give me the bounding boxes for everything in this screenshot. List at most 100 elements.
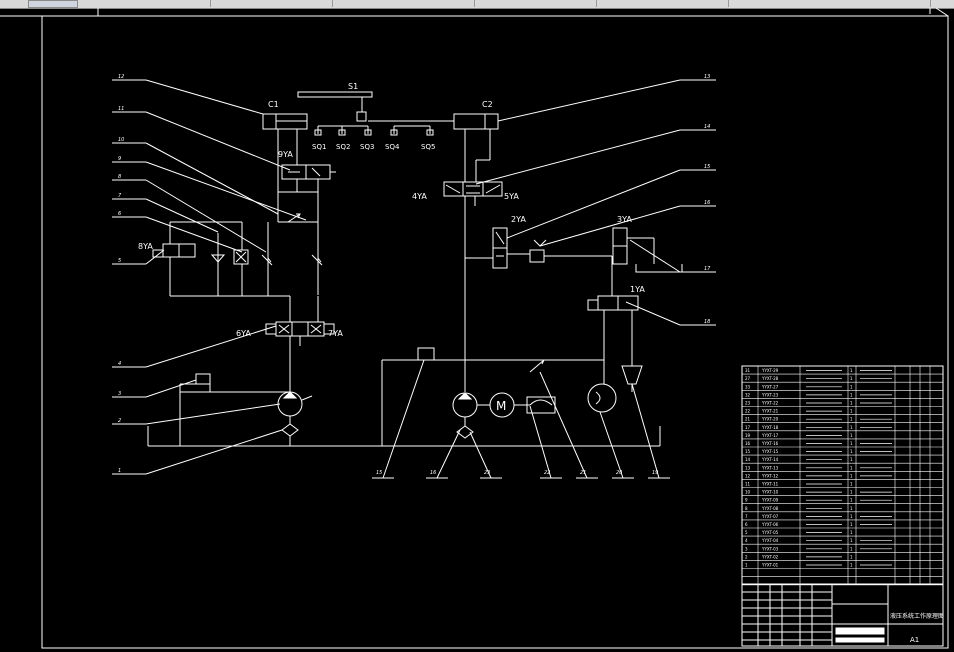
parts-row-qty: 1 (850, 457, 853, 462)
title-block: 液压系统工作原理图 A1 (741, 583, 944, 647)
parts-row-code: YYXT-04 (761, 538, 779, 543)
label-sq5: SQ5 (421, 143, 435, 151)
callout-number: 10 (118, 137, 124, 143)
parts-row-number: 6 (745, 522, 748, 527)
callout-number: 22 (544, 470, 550, 476)
parts-row-number: 32 (745, 392, 751, 397)
parts-row-qty: 1 (850, 465, 853, 470)
label-c2: C2 (482, 100, 493, 109)
parts-row-code: YYXT-03 (761, 546, 779, 551)
parts-row-qty: 1 (850, 563, 853, 568)
parts-list-table: 31 YYXT-29 127 YYXT-28 133 YYXT-27 132 YYXT-23 1… (741, 365, 944, 586)
parts-row-number: 7 (745, 514, 748, 519)
parts-row-code: YYXT-13 (761, 465, 779, 470)
callout-number: 13 (704, 74, 710, 80)
parts-row-number: 12 (745, 473, 751, 478)
parts-row-qty: 1 (850, 546, 853, 551)
callout-number: 12 (118, 74, 124, 80)
parts-row-qty: 1 (850, 441, 853, 446)
callout-number: 21 (580, 470, 586, 476)
callout-number: 4 (118, 361, 121, 367)
parts-row-qty: 1 (850, 384, 853, 389)
parts-row-number: 8 (745, 506, 748, 511)
callout-number: 3 (118, 391, 121, 397)
oil-filter (621, 365, 643, 385)
label-7ya: 7YA (328, 329, 343, 338)
label-8ya: 8YA (138, 242, 153, 251)
callout-number: 20 (616, 470, 622, 476)
parts-row-code: YYXT-07 (761, 514, 779, 519)
parts-row-number: 33 (745, 384, 751, 389)
parts-row-qty: 1 (850, 498, 853, 503)
parts-row-code: YYXT-11 (761, 482, 779, 487)
label-c1: C1 (268, 100, 279, 109)
parts-row-qty: 1 (850, 538, 853, 543)
parts-row-code: YYXT-01 (761, 563, 779, 568)
callout-number: 5 (118, 258, 121, 264)
parts-row-number: 21 (745, 417, 751, 422)
parts-row-qty: 1 (850, 449, 853, 454)
parts-row-code: YYXT-05 (761, 530, 779, 535)
callout-number: 7 (118, 193, 122, 199)
callout-number: 23 (484, 470, 490, 476)
callout-number: 19 (652, 470, 658, 476)
parts-row-qty: 1 (850, 482, 853, 487)
parts-row-number: 5 (745, 530, 748, 535)
parts-row-qty: 1 (850, 368, 853, 373)
label-4ya: 4YA (412, 192, 427, 201)
label-2ya: 2YA (511, 215, 526, 224)
callout-number: 14 (704, 124, 710, 130)
parts-row-code: YYXT-08 (761, 506, 779, 511)
parts-row-qty: 1 (850, 392, 853, 397)
parts-row-qty: 1 (850, 433, 853, 438)
parts-row-code: YYXT-22 (761, 401, 779, 406)
callout-number: 2 (118, 418, 121, 424)
parts-row-number: 27 (745, 376, 751, 381)
parts-row-qty: 1 (850, 554, 853, 559)
parts-row-code: YYXT-09 (761, 498, 779, 503)
callout-number: 15 (376, 470, 382, 476)
sheet-size: A1 (910, 636, 919, 644)
parts-row-code: YYXT-06 (761, 522, 779, 527)
label-s1: S1 (348, 82, 358, 91)
parts-row-qty: 1 (850, 417, 853, 422)
callout-number: 16 (430, 470, 436, 476)
parts-row-number: 4 (745, 538, 748, 543)
callout-number: 11 (118, 106, 124, 112)
parts-row-code: YYXT-18 (761, 425, 779, 430)
parts-row-code: YYXT-16 (761, 441, 779, 446)
parts-row-number: 19 (745, 433, 751, 438)
callout-number: 1 (118, 468, 121, 474)
parts-row-number: 9 (745, 498, 748, 503)
parts-row-code: YYXT-02 (761, 554, 779, 559)
parts-row-number: 22 (745, 409, 751, 414)
label-3ya: 3YA (617, 215, 632, 224)
callout-number: 17 (704, 266, 711, 272)
stop-bar-s1 (297, 91, 373, 98)
parts-row-qty: 1 (850, 473, 853, 478)
parts-row-number: 14 (745, 457, 751, 462)
cylinder-c2 (453, 113, 499, 130)
callout-number: 15 (704, 164, 710, 170)
parts-row-number: 16 (745, 441, 751, 446)
callout-number: 6 (118, 211, 121, 217)
parts-row-number: 15 (745, 449, 751, 454)
parts-row-number: 13 (745, 465, 751, 470)
label-5ya: 5YA (504, 192, 519, 201)
label-9ya: 9YA (278, 150, 293, 159)
callout-leaders: 12111098765432113141516171815 16 23 22 21 20 1… (112, 74, 716, 479)
oil-tank-gauge (587, 383, 617, 413)
left-circuit: C1 S1 SQ1 SQ2 SQ3 9YA 8YA 6YA 7YA (138, 82, 661, 447)
parts-row-qty: 1 (850, 506, 853, 511)
label-sq3: SQ3 (360, 143, 374, 151)
parts-row-qty: 1 (850, 376, 853, 381)
parts-row-number: 23 (745, 401, 751, 406)
label-sq2: SQ2 (336, 143, 350, 151)
hydraulic-schematic-drawing: C1 S1 SQ1 SQ2 SQ3 9YA 8YA 6YA 7YA C2 SQ4… (0, 7, 949, 649)
parts-row-number: 10 (745, 490, 751, 495)
parts-row-number: 31 (745, 368, 751, 373)
parts-row-code: YYXT-29 (761, 368, 779, 373)
label-sq1: SQ1 (312, 143, 326, 151)
parts-row-code: YYXT-21 (761, 409, 779, 414)
parts-row-qty: 1 (850, 522, 853, 527)
